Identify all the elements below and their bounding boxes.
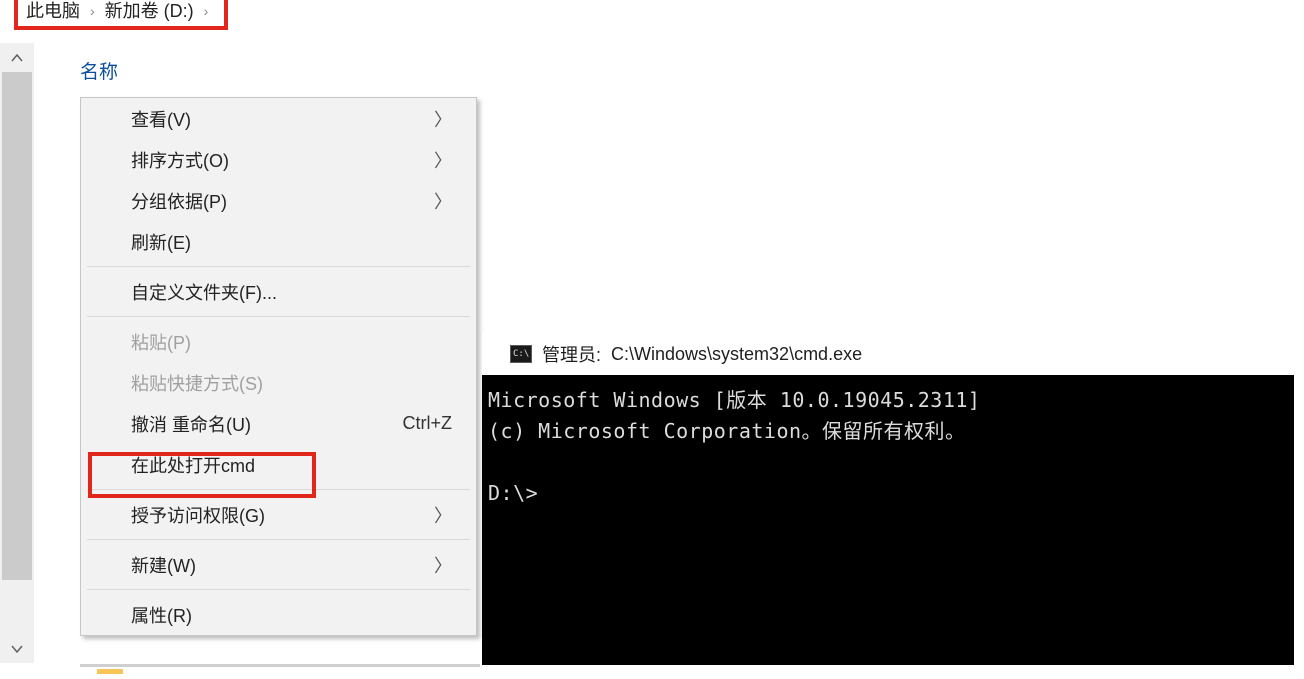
breadcrumb[interactable]: 此电脑 › 新加卷 (D:) › [26,0,208,22]
menu-item-properties[interactable]: 属性(R) [81,594,476,635]
menu-item-undo-rename[interactable]: 撤消 重命名(U) Ctrl+Z [81,403,476,444]
menu-item-label: 粘贴快捷方式(S) [131,370,263,396]
menu-item-paste: 粘贴(P) [81,321,476,362]
menu-separator [87,266,470,267]
cmd-line: (c) Microsoft Corporation。保留所有权利。 [488,419,966,443]
menu-item-label: 分组依据(P) [131,188,227,214]
menu-item-label: 粘贴(P) [131,329,191,355]
chevron-right-icon: 〉 [434,147,452,173]
cmd-titlebar[interactable]: C:\ 管理员: C:\Windows\system32\cmd.exe [482,333,1294,375]
menu-separator [87,316,470,317]
menu-item-group[interactable]: 分组依据(P) 〉 [81,180,476,221]
menu-item-label: 排序方式(O) [131,147,229,173]
chevron-right-icon: › [204,0,209,22]
scroll-thumb[interactable] [2,72,32,580]
cmd-output[interactable]: Microsoft Windows [版本 10.0.19045.2311] (… [482,375,1294,665]
chevron-right-icon: › [90,0,95,22]
cmd-line: Microsoft Windows [版本 10.0.19045.2311] [488,388,980,412]
menu-separator [87,589,470,590]
menu-item-open-cmd-here[interactable]: 在此处打开cmd [81,444,476,485]
menu-item-shortcut: Ctrl+Z [403,413,453,434]
menu-separator [87,539,470,540]
context-menu: 查看(V) 〉 排序方式(O) 〉 分组依据(P) 〉 刷新(E) 自定义文件夹… [80,97,477,636]
menu-item-label: 在此处打开cmd [131,452,255,478]
cmd-title-path: C:\Windows\system32\cmd.exe [611,344,862,365]
cmd-prompt: D:\> [488,481,538,505]
menu-item-customize-folder[interactable]: 自定义文件夹(F)... [81,271,476,312]
menu-separator [87,489,470,490]
column-header-name[interactable]: 名称 [80,57,118,84]
menu-item-label: 属性(R) [131,602,192,628]
menu-item-label: 查看(V) [131,106,191,132]
menu-item-label: 刷新(E) [131,229,191,255]
menu-item-new[interactable]: 新建(W) 〉 [81,544,476,585]
breadcrumb-highlight-box: 此电脑 › 新加卷 (D:) › [14,0,228,30]
menu-item-paste-shortcut: 粘贴快捷方式(S) [81,362,476,403]
chevron-right-icon: 〉 [434,502,452,528]
scroll-down-button[interactable] [0,634,34,663]
vertical-scrollbar[interactable] [0,43,34,663]
menu-item-label: 新建(W) [131,552,196,578]
chevron-right-icon: 〉 [434,188,452,214]
menu-item-label: 撤消 重命名(U) [131,411,251,437]
chevron-right-icon: 〉 [434,106,452,132]
breadcrumb-item-this-pc[interactable]: 此电脑 [26,0,80,22]
divider [80,664,480,667]
menu-item-refresh[interactable]: 刷新(E) [81,221,476,262]
menu-item-label: 授予访问权限(G) [131,502,265,528]
cmd-window: C:\ 管理员: C:\Windows\system32\cmd.exe Mic… [482,333,1294,665]
menu-item-view[interactable]: 查看(V) 〉 [81,98,476,139]
cmd-icon: C:\ [510,345,532,363]
cmd-title-prefix: 管理员: [542,341,601,367]
menu-item-give-access[interactable]: 授予访问权限(G) 〉 [81,494,476,535]
folder-icon [97,669,123,674]
scroll-up-button[interactable] [0,43,34,72]
chevron-right-icon: 〉 [434,552,452,578]
menu-item-label: 自定义文件夹(F)... [131,279,277,305]
breadcrumb-item-drive-d[interactable]: 新加卷 (D:) [105,0,194,22]
menu-item-sort[interactable]: 排序方式(O) 〉 [81,139,476,180]
